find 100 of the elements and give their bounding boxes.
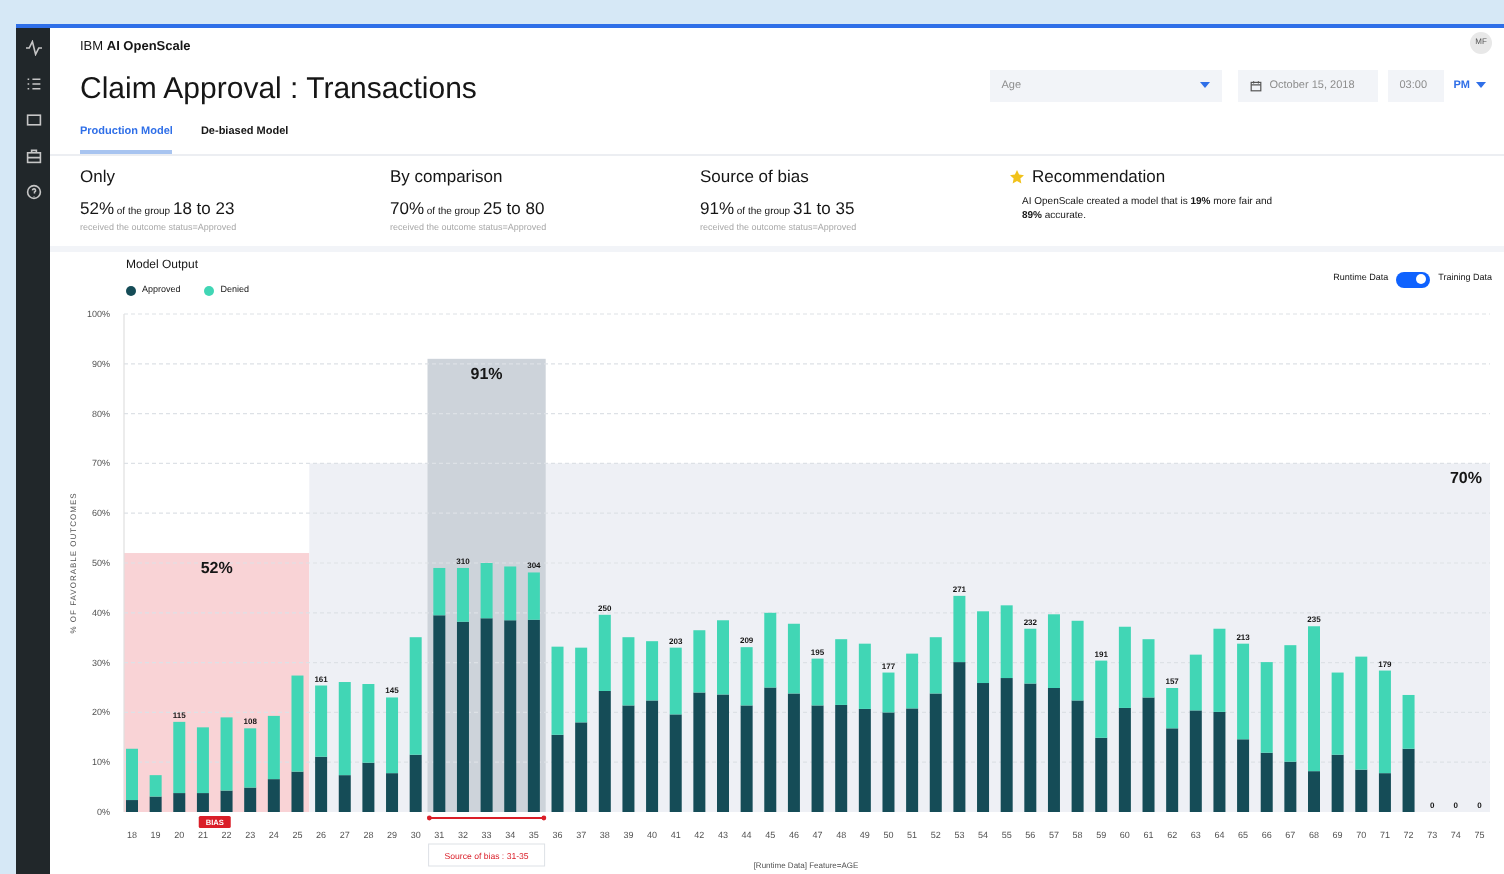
bar xyxy=(929,693,942,812)
bar xyxy=(1095,660,1108,738)
bar xyxy=(1355,656,1368,770)
toggle-switch[interactable] xyxy=(1396,271,1431,287)
bar xyxy=(717,694,729,812)
bar xyxy=(244,787,257,812)
bar xyxy=(504,566,517,621)
bar xyxy=(1213,711,1226,812)
bar xyxy=(835,704,848,812)
bar xyxy=(1118,626,1131,708)
list-icon[interactable] xyxy=(25,76,41,92)
bar xyxy=(1189,710,1202,812)
bar xyxy=(740,705,753,812)
bar xyxy=(646,641,659,701)
stacked-bar xyxy=(1331,672,1344,812)
bar xyxy=(575,647,588,723)
bar xyxy=(362,684,375,763)
bar xyxy=(244,728,257,788)
bar xyxy=(504,620,517,812)
stacked-bar xyxy=(315,685,328,812)
bar xyxy=(977,683,990,812)
bar xyxy=(1095,737,1108,812)
summary-title: Recommendation xyxy=(1032,164,1166,190)
bar xyxy=(858,708,871,812)
bar xyxy=(693,630,706,693)
bar xyxy=(882,672,895,713)
page-title: Claim Approval : Transactions xyxy=(80,69,477,110)
monitor-icon[interactable] xyxy=(25,112,41,128)
bar xyxy=(1355,769,1368,812)
activity-icon[interactable] xyxy=(25,40,41,56)
bar xyxy=(1024,628,1037,684)
stacked-bar xyxy=(220,717,233,812)
summary-title: By comparison xyxy=(390,164,505,190)
stacked-bar xyxy=(362,684,375,812)
stacked-bar xyxy=(386,697,399,812)
bar xyxy=(1402,748,1415,812)
bar xyxy=(386,697,399,774)
bar xyxy=(338,775,351,812)
bar xyxy=(882,712,895,812)
bar xyxy=(906,708,919,812)
bar xyxy=(1237,643,1250,740)
bar xyxy=(1000,605,1013,679)
bar xyxy=(1284,645,1297,762)
bar xyxy=(551,734,564,812)
bar xyxy=(527,619,540,812)
bar xyxy=(267,715,280,780)
bar xyxy=(977,611,990,684)
bar xyxy=(1142,697,1155,812)
region-percentage: 70% xyxy=(1449,469,1482,488)
bar xyxy=(835,639,848,705)
range-bracket xyxy=(426,815,547,821)
bar xyxy=(173,793,186,812)
bar xyxy=(669,714,682,812)
bar xyxy=(1166,688,1179,729)
bar xyxy=(1189,654,1202,711)
stacked-bar xyxy=(1402,694,1415,812)
bar xyxy=(1166,728,1179,812)
briefcase-icon[interactable] xyxy=(25,148,41,164)
help-icon[interactable] xyxy=(25,184,41,200)
bar xyxy=(1260,662,1273,753)
bar xyxy=(291,771,304,812)
bar xyxy=(622,637,635,706)
bar xyxy=(220,790,233,812)
bar xyxy=(1260,752,1273,812)
summary-title: Source of bias xyxy=(700,164,811,190)
bar xyxy=(1047,688,1060,812)
summary-title: Only xyxy=(80,164,117,190)
bar xyxy=(315,756,328,812)
bar xyxy=(1378,773,1391,812)
bar xyxy=(575,722,588,812)
bar xyxy=(811,705,824,812)
bar xyxy=(1047,614,1060,688)
bar xyxy=(1331,672,1344,755)
bar xyxy=(433,567,446,616)
bar xyxy=(291,675,304,772)
bar xyxy=(126,748,138,801)
bar xyxy=(480,618,493,812)
stacked-bar xyxy=(267,715,280,812)
bar xyxy=(787,693,800,812)
bar xyxy=(126,800,138,812)
bar xyxy=(598,614,611,691)
bar xyxy=(953,662,966,812)
stacked-bar xyxy=(126,748,138,812)
stacked-bar xyxy=(149,775,162,812)
caret-icon xyxy=(1476,82,1486,89)
stacked-bar xyxy=(882,672,895,812)
bar xyxy=(1118,707,1131,812)
star-icon xyxy=(1010,169,1024,184)
bar xyxy=(693,692,706,812)
bar xyxy=(220,717,233,791)
bar xyxy=(1402,694,1415,749)
bar xyxy=(149,775,162,797)
bar xyxy=(196,793,209,812)
bar xyxy=(646,700,659,812)
caret-icon xyxy=(1199,82,1210,89)
stacked-bar xyxy=(196,727,209,812)
bar xyxy=(1071,620,1084,701)
bar xyxy=(338,682,351,776)
bar xyxy=(527,572,540,620)
bar xyxy=(598,690,611,812)
